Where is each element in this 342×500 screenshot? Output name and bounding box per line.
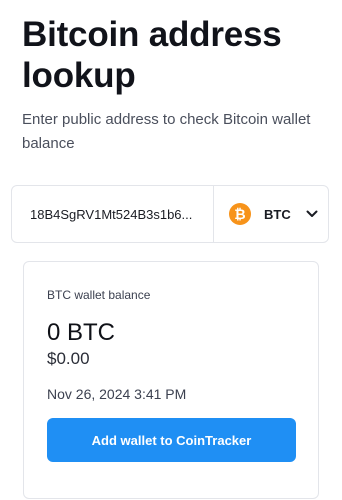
- page-subtitle: Enter public address to check Bitcoin wa…: [22, 111, 311, 152]
- currency-label: BTC: [264, 206, 291, 222]
- bitcoin-icon: ₿: [229, 203, 251, 225]
- balance-label: BTC wallet balance: [47, 288, 151, 302]
- balance-btc-amount: 0 BTC: [47, 319, 116, 346]
- page-title: Bitcoin address lookup: [22, 15, 282, 95]
- balance-card: BTC wallet balance 0 BTC $0.00 Nov 26, 2…: [23, 261, 319, 499]
- balance-timestamp: Nov 26, 2024 3:41 PM: [47, 386, 187, 402]
- add-wallet-button[interactable]: Add wallet to CoinTracker: [47, 418, 296, 462]
- currency-dropdown[interactable]: ₿ BTC: [214, 186, 328, 242]
- address-input[interactable]: 18B4SgRV1Mt524B3s1b6...: [12, 186, 214, 242]
- chevron-down-icon: [305, 207, 319, 221]
- balance-usd-amount: $0.00: [47, 349, 90, 368]
- address-lookup-bar: 18B4SgRV1Mt524B3s1b6... ₿ BTC: [11, 185, 329, 243]
